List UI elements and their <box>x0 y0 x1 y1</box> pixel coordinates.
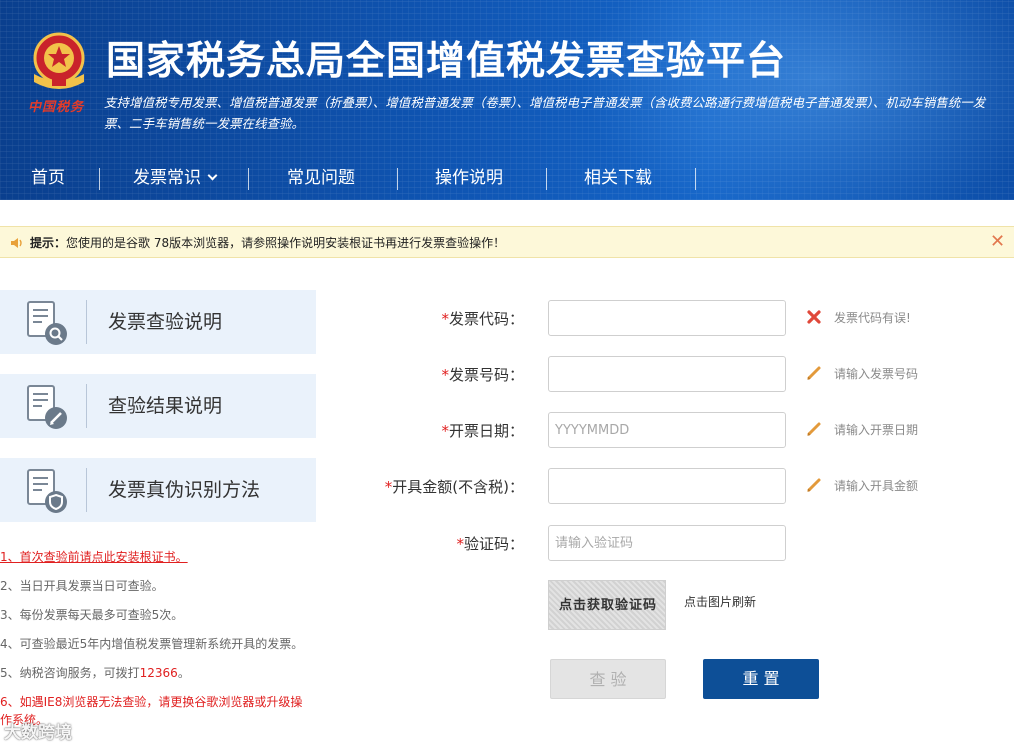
note-item: 2、当日开具发票当日可查验。 <box>0 579 164 593</box>
nav-divider <box>695 168 696 190</box>
amount-hint: 请输入开具金额 <box>806 476 918 496</box>
captcha-image-text: 点击获取验证码 <box>558 598 657 613</box>
site-header: 中国税务 国家税务总局全国增值税发票查验平台 支持增值税专用发票、增值税普通发票… <box>0 0 1014 200</box>
required-mark: * <box>456 535 464 553</box>
emblem-caption: 中国税务 <box>28 100 85 115</box>
invoice-number-input[interactable] <box>548 356 786 392</box>
field-label-text: 开票日期： <box>448 422 524 440</box>
note-item: 4、可查验最近5年内增值税发票管理新系统开具的发票。 <box>0 637 304 651</box>
invoice-number-label: *发票号码： <box>304 365 524 385</box>
required-mark: * <box>441 310 449 328</box>
required-mark: * <box>441 422 449 440</box>
pencil-icon <box>807 478 821 492</box>
page: 中国税务 国家税务总局全国增值税发票查验平台 支持增值税专用发票、增值税普通发票… <box>0 0 1014 751</box>
document-shield-icon <box>27 469 67 513</box>
document-search-icon <box>27 301 67 345</box>
note-text: 。 <box>177 666 190 680</box>
nav-item-label: 首页 <box>31 168 65 188</box>
card-label: 发票查验说明 <box>108 311 223 333</box>
chevron-down-icon <box>207 170 218 181</box>
install-cert-link[interactable]: 1、首次查验前请点此安装根证书。 <box>0 550 188 564</box>
field-label-text: 发票号码： <box>448 366 524 384</box>
hotline-number: 12366 <box>139 666 178 680</box>
watermark: 大数跨境 <box>4 723 72 743</box>
issue-date-input[interactable] <box>548 412 786 448</box>
card-authenticity-guide[interactable]: 发票真伪识别方法 <box>0 458 316 522</box>
invoice-number-hint: 请输入发票号码 <box>806 364 918 384</box>
card-result-guide[interactable]: 查验结果说明 <box>0 374 316 438</box>
error-x-icon <box>807 310 821 324</box>
nav-divider <box>397 168 398 190</box>
nav-item-downloads[interactable]: 相关下载 <box>584 164 652 192</box>
card-divider <box>86 300 87 344</box>
hint-text: 请输入发票号码 <box>834 367 919 381</box>
main-nav: 首页 发票常识 常见问题 操作说明 相关下载 <box>0 156 1014 200</box>
nav-divider <box>248 168 249 190</box>
hint-text: 请输入开具金额 <box>834 479 919 493</box>
field-label-text: 发票代码： <box>448 310 524 328</box>
nav-item-home[interactable]: 首页 <box>31 164 65 192</box>
pencil-icon <box>807 366 821 380</box>
issue-date-hint: 请输入开票日期 <box>806 420 918 440</box>
notice-text: 提示：您使用的是谷歌 78版本浏览器，请参照操作说明安装根证书再进行发票查验操作… <box>30 234 505 252</box>
note-item: 6、如遇IE8浏览器无法查验，请更换谷歌浏览器或升级操 <box>0 695 303 709</box>
nav-item-label: 相关下载 <box>584 168 652 188</box>
card-divider <box>86 384 87 428</box>
required-mark: * <box>441 366 449 384</box>
nav-item-label: 常见问题 <box>287 168 355 188</box>
note-item: 3、每份发票每天最多可查验5次。 <box>0 608 184 622</box>
check-button[interactable]: 查 验 <box>550 659 666 699</box>
site-description: 支持增值税专用发票、增值税普通发票（折叠票）、增值税普通发票（卷票）、增值税电子… <box>104 95 986 131</box>
tax-emblem-icon <box>33 32 85 89</box>
hint-text: 请输入开票日期 <box>834 423 919 437</box>
card-label: 查验结果说明 <box>108 395 223 417</box>
notes-list: 1、首次查验前请点此安装根证书。 2、当日开具发票当日可查验。 3、每份发票每天… <box>0 548 360 740</box>
card-invoice-check-guide[interactable]: 发票查验说明 <box>0 290 316 354</box>
browser-notice: 提示：您使用的是谷歌 78版本浏览器，请参照操作说明安装根证书再进行发票查验操作… <box>0 226 1014 258</box>
reset-button[interactable]: 重 置 <box>703 659 819 699</box>
nav-item-label: 操作说明 <box>435 168 503 188</box>
nav-item-faq[interactable]: 常见问题 <box>287 164 355 192</box>
card-divider <box>86 468 87 512</box>
invoice-code-input[interactable] <box>548 300 786 336</box>
amount-label: *开具金额(不含税)： <box>304 477 524 497</box>
nav-item-invoice-knowledge[interactable]: 发票常识 <box>133 164 218 192</box>
issue-date-label: *开票日期： <box>304 421 524 441</box>
nav-divider <box>546 168 547 190</box>
amount-input[interactable] <box>548 468 786 504</box>
nav-item-instructions[interactable]: 操作说明 <box>435 164 503 192</box>
captcha-input[interactable] <box>548 525 786 561</box>
notice-prefix: 提示： <box>30 236 67 250</box>
pencil-icon <box>807 422 821 436</box>
captcha-label: *验证码： <box>304 534 524 554</box>
card-label: 发票真伪识别方法 <box>108 479 261 501</box>
page-title: 国家税务总局全国增值税发票查验平台 <box>106 39 787 84</box>
captcha-refresh-link[interactable]: 点击图片刷新 <box>684 592 756 612</box>
hint-text: 发票代码有误! <box>834 311 911 325</box>
notice-message: 您使用的是谷歌 78版本浏览器，请参照操作说明安装根证书再进行发票查验操作！ <box>66 236 506 250</box>
field-label-text: 开具金额(不含税)： <box>392 478 524 496</box>
note-item: 5、纳税咨询服务，可拨打12366。 <box>0 664 360 682</box>
invoice-code-hint: 发票代码有误! <box>806 308 911 328</box>
note-text: 5、纳税咨询服务，可拨打 <box>0 666 140 680</box>
nav-divider <box>99 168 100 190</box>
field-label-text: 验证码： <box>463 535 524 553</box>
nav-item-label: 发票常识 <box>133 168 201 188</box>
document-edit-icon <box>27 385 67 429</box>
captcha-image[interactable]: 点击获取验证码 <box>548 580 666 630</box>
speaker-icon <box>11 238 22 248</box>
close-icon[interactable]: ✕ <box>990 232 1008 252</box>
invoice-code-label: *发票代码： <box>304 309 524 329</box>
